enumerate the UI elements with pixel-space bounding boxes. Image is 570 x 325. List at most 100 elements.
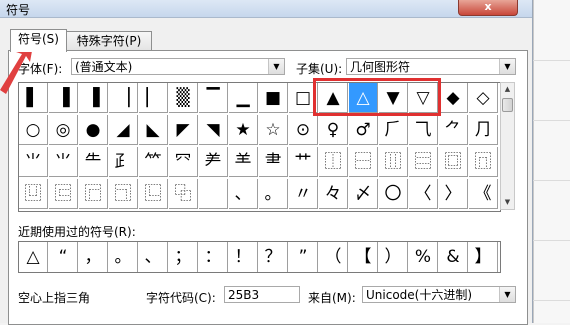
scroll-down-icon[interactable]: ▼ [501, 196, 514, 209]
font-select[interactable]: (普通文本) ▼ [71, 58, 285, 75]
symbol-cell[interactable] [199, 179, 228, 209]
recent-symbol-cell[interactable]: % [409, 242, 438, 272]
recent-symbol-cell[interactable]: ！ [229, 242, 258, 272]
symbol-cell[interactable]: ▕ [109, 83, 138, 113]
from-select[interactable]: Unicode(十六进制) ▼ [362, 286, 516, 303]
symbol-cell[interactable]: 〈 [409, 179, 438, 209]
symbol-cell[interactable]: ★ [229, 115, 258, 145]
symbol-cell[interactable]: ▏ [139, 83, 168, 113]
symbol-cell[interactable]: ⿸ [79, 179, 108, 209]
symbol-cell[interactable]: 。 [259, 179, 288, 209]
symbol-cell[interactable]: ⺧ [79, 147, 108, 177]
symbol-cell[interactable]: ⺳ [169, 147, 198, 177]
symbol-cell[interactable]: ⺈ [439, 115, 468, 145]
recent-symbol-cell[interactable]: ” [289, 242, 318, 272]
symbol-cell[interactable]: ⺁ [379, 115, 408, 145]
recent-symbol-cell[interactable]: ？ [259, 242, 288, 272]
dialog-title: 符号 [6, 3, 31, 17]
recent-symbol-cell[interactable]: （ [319, 242, 348, 272]
symbol-cell[interactable]: 〇 [379, 179, 408, 209]
subset-select[interactable]: 几何图形符 ▼ [346, 58, 516, 75]
sheet-gridline [533, 120, 570, 121]
symbol-cell[interactable]: ⺌ [49, 147, 78, 177]
sheet-gridline [533, 60, 570, 61]
symbol-cell[interactable]: ⺻ [259, 147, 288, 177]
symbol-cell-selected[interactable]: △ [349, 83, 378, 113]
symbol-cell[interactable]: ◥ [199, 115, 228, 145]
symbol-cell[interactable]: 《 [469, 179, 498, 209]
symbol-cell[interactable]: ⿰ [319, 147, 348, 177]
subset-select-value: 几何图形符 [350, 60, 411, 74]
symbol-cell[interactable]: ◤ [169, 115, 198, 145]
symbol-cell[interactable]: ⿱ [349, 147, 378, 177]
symbol-cell[interactable]: ▁ [229, 83, 258, 113]
recent-symbol-cell[interactable]: ， [79, 242, 108, 272]
close-button[interactable]: x [458, 0, 518, 16]
symbol-cell[interactable]: ⿺ [139, 179, 168, 209]
recent-symbol-cell[interactable]: “ [49, 242, 78, 272]
recent-symbol-cell[interactable]: △ [19, 242, 48, 272]
symbol-cell[interactable]: 、 [229, 179, 258, 209]
recent-symbol-cell[interactable]: ） [379, 242, 408, 272]
symbol-cell[interactable]: ◆ [439, 83, 468, 113]
symbol-cell[interactable]: ⺪ [109, 147, 138, 177]
symbol-cell[interactable]: ▐ [49, 83, 78, 113]
recent-symbol-cell[interactable]: 】 [469, 242, 498, 272]
symbol-cell[interactable]: ◣ [139, 115, 168, 145]
symbol-cell[interactable]: ⿲ [379, 147, 408, 177]
symbol-cell[interactable]: ● [79, 115, 108, 145]
symbol-cell[interactable]: ⿴ [439, 147, 468, 177]
symbol-cell[interactable]: ○ [19, 115, 48, 145]
recent-symbol-cell[interactable]: ； [169, 242, 198, 272]
grid-scrollbar[interactable]: ▲ ▼ [500, 82, 515, 210]
symbol-cell[interactable]: ◇ [469, 83, 498, 113]
symbol-cell[interactable]: 〆 [349, 179, 378, 209]
recent-symbol-cell[interactable]: 、 [139, 242, 168, 272]
symbol-cell[interactable]: ▒ [169, 83, 198, 113]
scroll-up-icon[interactable]: ▲ [501, 83, 514, 96]
symbol-cell[interactable]: ▼ [379, 83, 408, 113]
symbol-cell[interactable]: ♂ [349, 115, 378, 145]
symbol-cell[interactable]: ⿹ [109, 179, 138, 209]
char-code-input[interactable]: 25B3 [224, 286, 300, 303]
symbol-cell[interactable]: ■ [259, 83, 288, 113]
symbol-cell[interactable]: ▲ [319, 83, 348, 113]
sheet-gridline [533, 300, 570, 301]
symbol-cell[interactable]: ⺌ [19, 147, 48, 177]
tab-symbols[interactable]: 符号(S) [10, 29, 67, 52]
symbol-cell[interactable]: ⿶ [19, 179, 48, 209]
symbol-cell[interactable]: ⊙ [289, 115, 318, 145]
chevron-down-icon[interactable]: ▼ [499, 59, 515, 74]
symbol-cell[interactable]: ⺮ [139, 147, 168, 177]
symbol-cell[interactable]: 々 [319, 179, 348, 209]
chevron-down-icon[interactable]: ▼ [268, 59, 284, 74]
symbol-cell[interactable]: ⿳ [409, 147, 438, 177]
character-name: 空心上指三角 [18, 291, 91, 305]
symbol-cell[interactable]: ▐ [79, 83, 108, 113]
symbol-cell[interactable]: ⺆ [469, 115, 498, 145]
symbol-cell[interactable]: ⺷ [229, 147, 258, 177]
symbol-cell[interactable]: ⺾ [289, 147, 318, 177]
symbol-cell[interactable]: ◢ [109, 115, 138, 145]
symbol-cell[interactable]: ▽ [409, 83, 438, 113]
sheet-gridline [533, 180, 570, 181]
recent-symbol-cell[interactable]: & [439, 242, 468, 272]
symbol-cell[interactable]: ◎ [49, 115, 78, 145]
symbol-cell[interactable]: ⿻ [169, 179, 198, 209]
symbol-cell[interactable]: ⿵ [469, 147, 498, 177]
symbol-cell[interactable]: ▔ [199, 83, 228, 113]
scroll-thumb[interactable] [502, 98, 513, 112]
tab-special-characters[interactable]: 特殊字符(P) [66, 31, 152, 51]
recent-symbol-cell[interactable]: 【 [349, 242, 378, 272]
recent-symbol-cell[interactable]: ： [199, 242, 228, 272]
symbol-cell[interactable]: ⺶ [199, 147, 228, 177]
symbol-cell[interactable]: ♀ [319, 115, 348, 145]
symbol-cell[interactable]: □ [289, 83, 318, 113]
symbol-cell[interactable]: ⿷ [49, 179, 78, 209]
symbol-cell[interactable]: 〉 [439, 179, 468, 209]
symbol-cell[interactable]: 〃 [289, 179, 318, 209]
recent-symbol-cell[interactable]: 。 [109, 242, 138, 272]
symbol-cell[interactable]: ☆ [259, 115, 288, 145]
chevron-down-icon[interactable]: ▼ [499, 287, 515, 302]
symbol-cell[interactable]: ⺄ [409, 115, 438, 145]
